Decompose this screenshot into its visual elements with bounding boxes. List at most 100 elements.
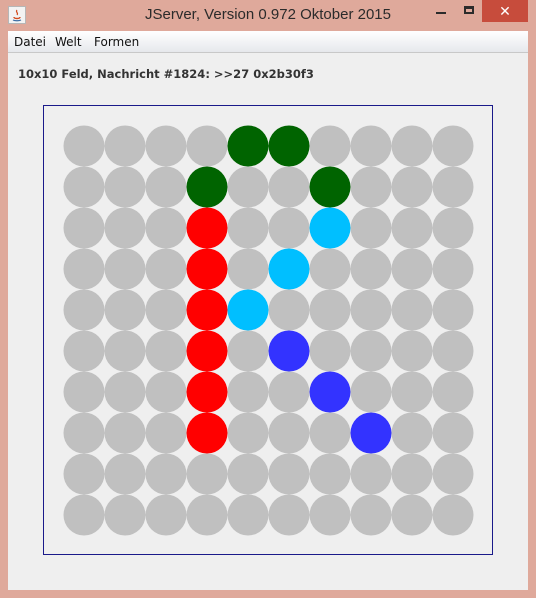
board-cell[interactable]: [227, 453, 269, 495]
minimize-button[interactable]: [426, 0, 456, 22]
board-cell[interactable]: [63, 453, 105, 495]
board-cell[interactable]: [350, 289, 392, 331]
board-cell[interactable]: [432, 125, 474, 167]
board-cell[interactable]: [104, 207, 146, 249]
board-cell[interactable]: [145, 494, 187, 536]
title-bar[interactable]: JServer, Version 0.972 Oktober 2015 ✕: [0, 0, 536, 30]
board-cell[interactable]: [227, 207, 269, 249]
board-cell[interactable]: [186, 412, 228, 454]
menu-welt[interactable]: Welt: [55, 35, 82, 49]
board-cell[interactable]: [186, 330, 228, 372]
board-cell[interactable]: [227, 166, 269, 208]
board-cell[interactable]: [432, 371, 474, 413]
board-cell[interactable]: [268, 248, 310, 290]
board-cell[interactable]: [186, 166, 228, 208]
board-cell[interactable]: [268, 371, 310, 413]
board-cell[interactable]: [350, 494, 392, 536]
board-cell[interactable]: [309, 125, 351, 167]
board-cell[interactable]: [104, 330, 146, 372]
board-cell[interactable]: [350, 371, 392, 413]
board-cell[interactable]: [63, 330, 105, 372]
board-cell[interactable]: [432, 453, 474, 495]
board-cell[interactable]: [268, 166, 310, 208]
menu-formen[interactable]: Formen: [94, 35, 139, 49]
menu-datei[interactable]: Datei: [14, 35, 46, 49]
board-cell[interactable]: [63, 289, 105, 331]
board-cell[interactable]: [268, 330, 310, 372]
board-cell[interactable]: [432, 207, 474, 249]
board-cell[interactable]: [63, 248, 105, 290]
board-cell[interactable]: [391, 371, 433, 413]
board-cell[interactable]: [63, 494, 105, 536]
board-cell[interactable]: [309, 166, 351, 208]
close-button[interactable]: ✕: [482, 0, 528, 22]
board-cell[interactable]: [309, 371, 351, 413]
board-cell[interactable]: [391, 453, 433, 495]
board-cell[interactable]: [268, 412, 310, 454]
board-cell[interactable]: [268, 125, 310, 167]
board-cell[interactable]: [268, 289, 310, 331]
board-cell[interactable]: [309, 412, 351, 454]
board-cell[interactable]: [63, 207, 105, 249]
board-cell[interactable]: [432, 248, 474, 290]
maximize-button[interactable]: [456, 0, 482, 22]
board-cell[interactable]: [227, 330, 269, 372]
board-cell[interactable]: [391, 330, 433, 372]
board-cell[interactable]: [186, 125, 228, 167]
board-cell[interactable]: [145, 166, 187, 208]
board-cell[interactable]: [186, 207, 228, 249]
board-cell[interactable]: [432, 330, 474, 372]
board-cell[interactable]: [145, 125, 187, 167]
board-cell[interactable]: [350, 330, 392, 372]
board-cell[interactable]: [391, 248, 433, 290]
board-cell[interactable]: [309, 494, 351, 536]
board-cell[interactable]: [309, 453, 351, 495]
board-cell[interactable]: [186, 494, 228, 536]
board-cell[interactable]: [268, 453, 310, 495]
board-cell[interactable]: [227, 371, 269, 413]
board-cell[interactable]: [104, 494, 146, 536]
board-cell[interactable]: [186, 371, 228, 413]
board-cell[interactable]: [432, 412, 474, 454]
board-cell[interactable]: [63, 166, 105, 208]
board-cell[interactable]: [227, 412, 269, 454]
board-cell[interactable]: [350, 166, 392, 208]
board-cell[interactable]: [350, 125, 392, 167]
board-cell[interactable]: [145, 453, 187, 495]
board-cell[interactable]: [227, 289, 269, 331]
board-cell[interactable]: [145, 207, 187, 249]
board-cell[interactable]: [186, 289, 228, 331]
board-cell[interactable]: [268, 207, 310, 249]
board-cell[interactable]: [63, 125, 105, 167]
board-cell[interactable]: [391, 166, 433, 208]
board-cell[interactable]: [104, 453, 146, 495]
board-cell[interactable]: [145, 412, 187, 454]
board-cell[interactable]: [391, 412, 433, 454]
board-cell[interactable]: [432, 289, 474, 331]
board-cell[interactable]: [432, 494, 474, 536]
board-cell[interactable]: [391, 494, 433, 536]
board-cell[interactable]: [309, 207, 351, 249]
board-cell[interactable]: [350, 248, 392, 290]
board-cell[interactable]: [63, 412, 105, 454]
board-cell[interactable]: [145, 330, 187, 372]
board-cell[interactable]: [350, 412, 392, 454]
board-cell[interactable]: [227, 248, 269, 290]
board-cell[interactable]: [391, 125, 433, 167]
board-cell[interactable]: [432, 166, 474, 208]
board-cell[interactable]: [63, 371, 105, 413]
board-cell[interactable]: [145, 248, 187, 290]
board-cell[interactable]: [227, 494, 269, 536]
board-cell[interactable]: [145, 371, 187, 413]
board-cell[interactable]: [268, 494, 310, 536]
board-cell[interactable]: [104, 248, 146, 290]
board-cell[interactable]: [104, 166, 146, 208]
board-cell[interactable]: [104, 371, 146, 413]
board-cell[interactable]: [227, 125, 269, 167]
board-cell[interactable]: [350, 453, 392, 495]
board-cell[interactable]: [104, 289, 146, 331]
board-cell[interactable]: [104, 412, 146, 454]
board-cell[interactable]: [309, 289, 351, 331]
board-cell[interactable]: [104, 125, 146, 167]
board-cell[interactable]: [186, 453, 228, 495]
